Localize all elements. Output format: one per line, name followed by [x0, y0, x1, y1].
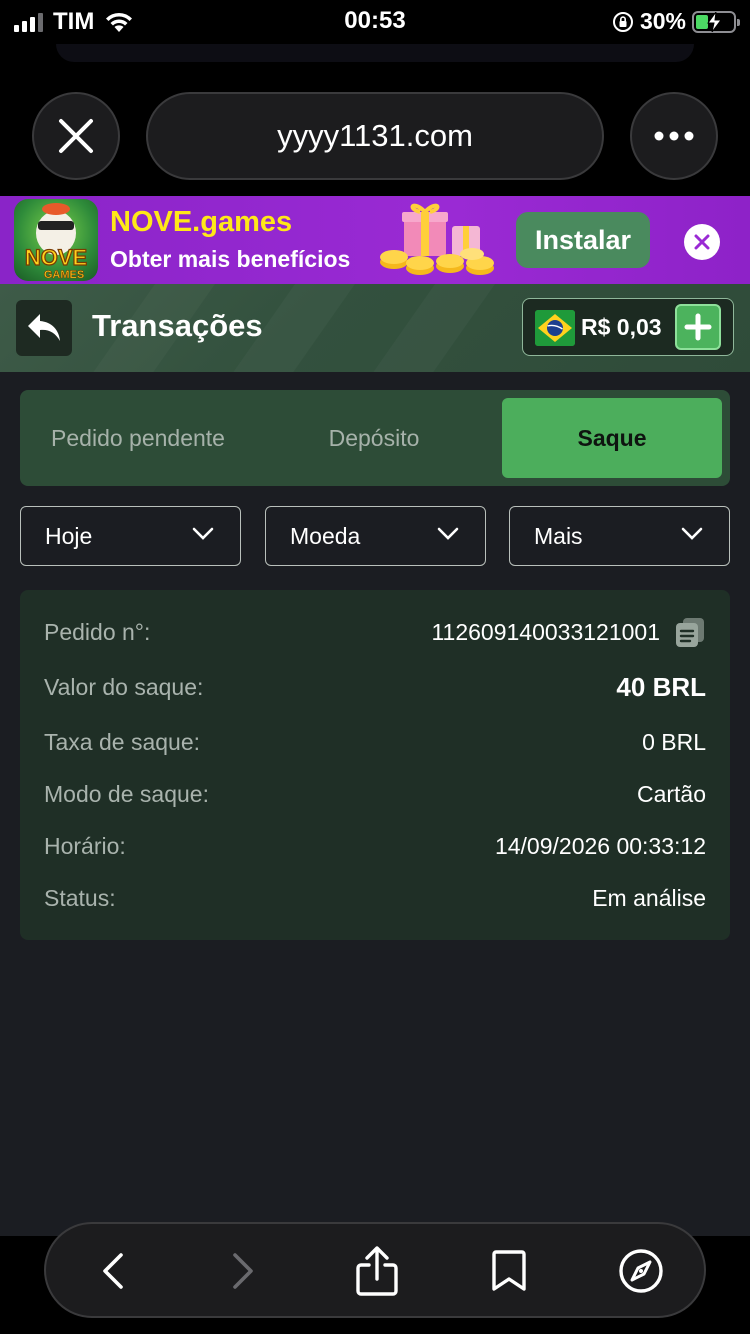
- more-filter-label: Mais: [534, 522, 583, 549]
- browser-top-bar: yyyy1131.com: [0, 44, 750, 196]
- amount-row: Valor do saque: 40 BRL: [44, 667, 706, 707]
- status-bar: TIM 00:53 30%: [0, 0, 750, 44]
- time-label: Horário:: [44, 832, 126, 859]
- status-row: Status: Em análise: [44, 878, 706, 918]
- balance-widget: R$ 0,03: [522, 298, 734, 356]
- orientation-lock-icon: [612, 11, 633, 32]
- order-label: Pedido n°:: [44, 618, 151, 645]
- tab-pending[interactable]: Pedido pendente: [20, 398, 256, 478]
- share-button[interactable]: [352, 1246, 402, 1296]
- gift-coins-icon: [380, 203, 494, 275]
- tab-deposit[interactable]: Depósito: [256, 398, 492, 478]
- fee-label: Taxa de saque:: [44, 728, 201, 755]
- battery-percent: 30%: [639, 8, 686, 34]
- order-number: 112609140033121001: [431, 618, 660, 645]
- page-header: Transações R$ 0,03: [0, 284, 750, 372]
- copy-icon[interactable]: [674, 616, 706, 648]
- date-filter-label: Hoje: [45, 522, 93, 549]
- close-tab-button[interactable]: [32, 92, 120, 180]
- forward-icon: [233, 1253, 253, 1289]
- svg-text:NOVE: NOVE: [25, 245, 87, 270]
- back-arrow-icon: [28, 314, 60, 341]
- chevron-down-icon: [681, 527, 703, 540]
- status-label: Status:: [44, 884, 116, 911]
- browser-forward-button[interactable]: [218, 1246, 268, 1296]
- deposit-add-button[interactable]: [675, 304, 721, 350]
- banner-app-name: NOVE.games: [110, 206, 293, 238]
- svg-text:GAMES: GAMES: [44, 269, 84, 281]
- time-row: Horário: 14/09/2026 00:33:12: [44, 826, 706, 866]
- status-value: Em análise: [592, 884, 706, 911]
- more-icon: [654, 131, 694, 141]
- transaction-card: Pedido n°: 112609140033121001 Valor do s…: [20, 590, 730, 940]
- mode-row: Modo de saque: Cartão: [44, 774, 706, 814]
- page-title: Transações: [92, 308, 263, 343]
- close-icon: [59, 119, 93, 153]
- mode-label: Modo de saque:: [44, 780, 209, 807]
- fee-row: Taxa de saque: 0 BRL: [44, 722, 706, 762]
- more-filter-dropdown[interactable]: Mais: [509, 506, 730, 566]
- amount-value: 40 BRL: [616, 671, 706, 702]
- back-button[interactable]: [16, 300, 72, 356]
- mode-value: Cartão: [636, 780, 706, 807]
- brazil-flag-icon: [535, 310, 575, 346]
- battery-icon: [692, 10, 740, 33]
- currency-filter-dropdown[interactable]: Moeda: [265, 506, 486, 566]
- scroll-edge: [56, 44, 694, 62]
- bookmarks-button[interactable]: [484, 1246, 534, 1296]
- status-right: 30%: [612, 8, 740, 35]
- order-value-group: 112609140033121001: [431, 616, 706, 648]
- chevron-down-icon: [192, 527, 214, 540]
- browser-toolbar: [44, 1222, 706, 1318]
- install-app-banner: NOVE GAMES NOVE.games Obter mais benefíc…: [0, 196, 750, 284]
- back-icon: [103, 1253, 123, 1289]
- chevron-down-icon: [437, 527, 459, 540]
- tab-withdraw[interactable]: Saque: [502, 398, 722, 478]
- currency-filter-label: Moeda: [290, 522, 361, 549]
- share-icon: [356, 1246, 398, 1296]
- order-row: Pedido n°: 112609140033121001: [44, 612, 706, 652]
- fee-value: 0 BRL: [642, 728, 706, 755]
- url-bar[interactable]: yyyy1131.com: [146, 92, 604, 180]
- browser-back-button[interactable]: [88, 1246, 138, 1296]
- bookmarks-icon: [492, 1250, 526, 1291]
- more-options-button[interactable]: [630, 92, 718, 180]
- date-filter-dropdown[interactable]: Hoje: [20, 506, 241, 566]
- compass-button[interactable]: [616, 1246, 666, 1296]
- amount-label: Valor do saque:: [44, 673, 204, 700]
- app-logo-icon: NOVE GAMES: [14, 199, 98, 281]
- transaction-tabs: Pedido pendente Depósito Saque: [20, 390, 730, 486]
- compass-icon: [619, 1249, 663, 1293]
- plus-icon: [684, 313, 712, 341]
- close-icon: [694, 234, 710, 250]
- banner-close-button[interactable]: [684, 224, 720, 260]
- install-button[interactable]: Instalar: [516, 212, 650, 268]
- balance-amount: R$ 0,03: [581, 314, 662, 340]
- time-value: 14/09/2026 00:33:12: [494, 832, 706, 859]
- banner-subtitle: Obter mais benefícios: [110, 246, 351, 272]
